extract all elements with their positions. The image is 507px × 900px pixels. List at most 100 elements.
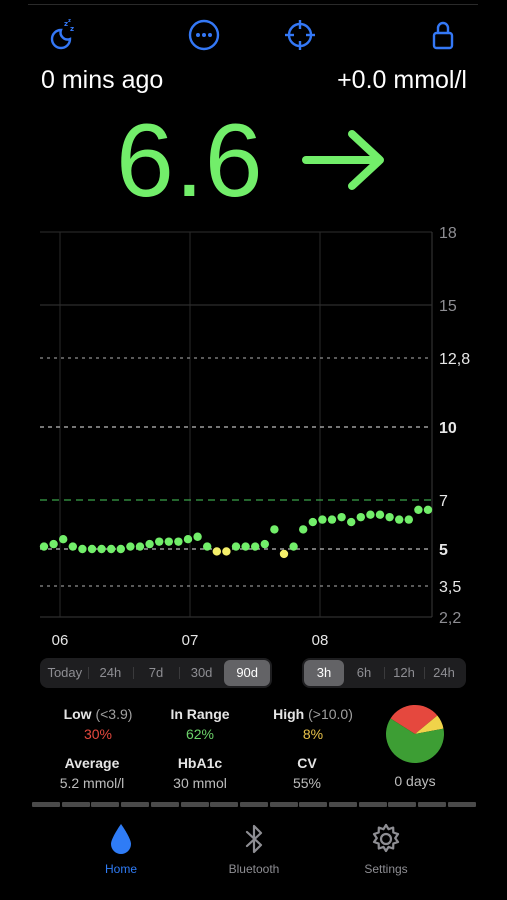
stat-high: High (>10.0) 8% (253, 706, 373, 742)
glucose-point (347, 517, 356, 527)
glucose-point (222, 547, 231, 556)
glucose-point (135, 542, 145, 551)
dash-segment (299, 802, 328, 807)
stat-cv-label: CV (297, 755, 317, 771)
y-tick-label: 18 (439, 225, 457, 242)
x-tick-label: 08 (312, 632, 329, 649)
separator-dashes (32, 802, 476, 809)
x-tick-label: 06 (52, 632, 69, 649)
y-tick-label: 12,8 (439, 351, 470, 368)
y-tick-label: 2,2 (439, 610, 461, 627)
range-option-7d[interactable]: 7d (133, 660, 179, 686)
glucose-point (414, 505, 423, 514)
dash-segment (388, 802, 417, 807)
range-option-90d[interactable]: 90d (224, 660, 270, 686)
glucose-point (270, 525, 279, 534)
window-option-3h[interactable]: 3h (304, 660, 344, 686)
svg-text:z: z (68, 18, 71, 24)
stat-high-value: 8% (302, 726, 324, 742)
bluetooth-icon (245, 824, 263, 854)
glucose-point (126, 542, 135, 551)
y-tick-label: 7 (439, 493, 448, 510)
dash-segment (91, 802, 120, 807)
tab-settings[interactable]: Settings (336, 822, 436, 876)
glucose-point (337, 512, 346, 522)
stat-cv-value: 55% (292, 775, 322, 791)
glucose-point (327, 515, 337, 524)
dash-segment (61, 802, 90, 807)
glucose-point (289, 542, 298, 551)
crosshair-icon[interactable] (283, 18, 317, 52)
dash-segment (121, 802, 150, 807)
glucose-point (87, 544, 97, 554)
dash-segment (239, 802, 268, 807)
gear-icon (372, 823, 400, 853)
stat-high-sub: (>10.0) (308, 706, 353, 722)
dash-segment (329, 802, 358, 807)
dash-segment (150, 802, 179, 807)
stat-average-value: 5.2 mmol/l (59, 775, 125, 791)
tab-bluetooth-label: Bluetooth (228, 862, 280, 876)
stat-in-range-value: 62% (185, 726, 215, 742)
glucose-point (145, 539, 154, 549)
x-tick-label: 07 (182, 632, 199, 649)
arrow-right-icon (300, 126, 386, 194)
glucose-point (375, 510, 385, 519)
glucose-point (155, 537, 164, 546)
last-update-text: 0 mins ago (41, 66, 164, 94)
stat-high-label: High (273, 706, 305, 722)
glucose-point (97, 544, 106, 554)
window-option-12h[interactable]: 12h (384, 660, 424, 686)
days-text: 0 days (394, 773, 436, 789)
glucose-point (193, 532, 202, 541)
glucose-point (251, 542, 260, 551)
sleep-icon[interactable]: z z z (48, 18, 82, 52)
glucose-point (203, 542, 212, 551)
lock-icon[interactable] (426, 18, 460, 52)
glucose-point (49, 539, 58, 549)
stat-hba1c-label: HbA1c (177, 755, 223, 771)
dash-segment (32, 802, 60, 807)
stat-low-label: Low (63, 706, 92, 722)
tab-bluetooth[interactable]: Bluetooth (204, 822, 304, 876)
dash-segment (447, 802, 476, 807)
glucose-point (395, 515, 404, 524)
glucose-point (39, 542, 49, 551)
glucose-point (299, 525, 308, 534)
drop-icon (111, 824, 131, 854)
window-selector: 3h 6h 12h 24h (302, 658, 466, 688)
range-option-30d[interactable]: 30d (178, 660, 225, 686)
range-option-24h[interactable]: 24h (87, 660, 134, 686)
tab-home-label: Home (104, 862, 137, 876)
glucose-point (231, 542, 241, 551)
stat-average: Average 5.2 mmol/l (32, 755, 152, 791)
y-tick-label: 5 (439, 542, 448, 559)
tab-home[interactable]: Home (71, 822, 171, 876)
stat-hba1c: HbA1c 30 mmol (140, 755, 260, 791)
y-tick-label: 15 (439, 298, 457, 315)
dash-segment (180, 802, 209, 807)
glucose-point (164, 537, 173, 546)
stat-in-range: In Range 62% (140, 706, 260, 742)
stat-hba1c-value: 30 mmol (173, 775, 227, 791)
glucose-point (279, 549, 289, 559)
dash-segment (418, 802, 447, 807)
glucose-point (366, 510, 375, 519)
glucose-point (423, 505, 433, 514)
glucose-point (308, 517, 317, 527)
dash-segment (210, 802, 239, 807)
glucose-point (356, 512, 365, 522)
window-option-6h[interactable]: 6h (344, 660, 384, 686)
glucose-point (318, 515, 327, 524)
glucose-point (174, 537, 183, 546)
glucose-point (241, 542, 250, 551)
glucose-point (116, 544, 126, 554)
range-selector: Today 24h 7d 30d 90d (40, 658, 272, 688)
glucose-point (385, 512, 394, 522)
window-option-24h[interactable]: 24h (424, 660, 464, 686)
range-option-today[interactable]: Today (42, 660, 88, 686)
stat-in-range-label: In Range (170, 706, 230, 722)
glucose-chart[interactable]: 06 07 08 18 15 12,8 10 7 5 3,5 2,2 (0, 222, 507, 652)
more-icon[interactable] (187, 18, 221, 52)
range-pie-chart (386, 705, 444, 763)
